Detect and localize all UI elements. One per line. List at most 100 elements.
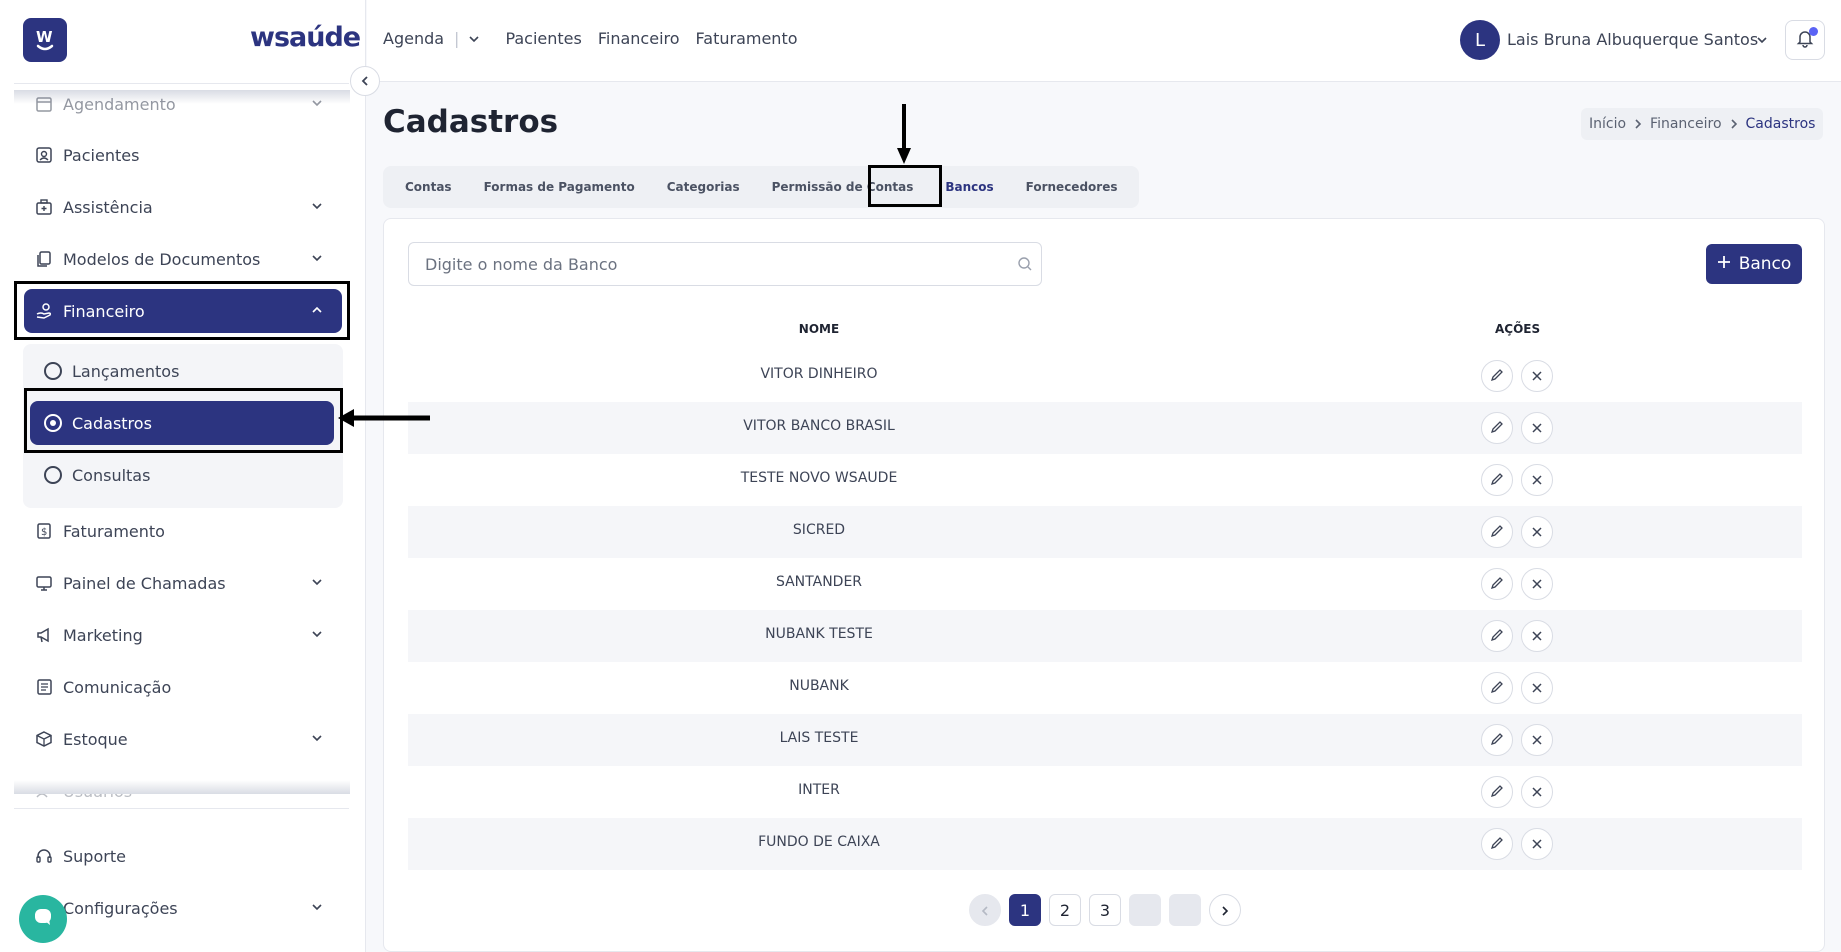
edit-button[interactable] [1481, 464, 1513, 496]
user-name[interactable]: Lais Bruna Albuquerque Santos [1507, 30, 1758, 49]
table-header-nome: NOME [798, 322, 840, 336]
monitor-icon [34, 573, 54, 593]
pagination-page-2[interactable]: 2 [1049, 894, 1081, 926]
banco-name: TESTE NOVO WSAUDE [740, 470, 898, 486]
search-icon [1017, 256, 1033, 276]
chevron-right-icon [1633, 119, 1643, 129]
user-avatar[interactable]: L [1460, 20, 1500, 60]
chevron-down-icon [310, 730, 324, 749]
sidebar-item-marketing[interactable]: Marketing [24, 613, 342, 657]
pencil-icon [1490, 367, 1504, 386]
edit-button[interactable] [1481, 360, 1513, 392]
chevron-down-icon [310, 899, 324, 918]
chat-widget-button[interactable] [19, 895, 67, 943]
edit-button[interactable] [1481, 412, 1513, 444]
delete-button[interactable] [1521, 724, 1553, 756]
radio-circle-icon [44, 362, 62, 380]
tab-formas-pagamento[interactable]: Formas de Pagamento [468, 166, 651, 208]
notifications-button[interactable] [1785, 20, 1825, 60]
tab-categorias[interactable]: Categorias [651, 166, 756, 208]
table-row: SICRED [408, 506, 1802, 558]
highlight-box-financeiro [14, 281, 350, 340]
table-header-acoes: AÇÕES [1495, 322, 1541, 336]
delete-button[interactable] [1521, 360, 1553, 392]
search-box [408, 242, 1042, 286]
pagination-prev-button[interactable] [969, 894, 1001, 926]
calendar-icon [34, 94, 54, 114]
breadcrumb-financeiro[interactable]: Financeiro [1650, 116, 1721, 132]
edit-button[interactable] [1481, 516, 1513, 548]
delete-button[interactable] [1521, 568, 1553, 600]
sidebar-item-modelos-documentos[interactable]: Modelos de Documentos [24, 237, 342, 281]
sidebar: W wsaúde Agendamento Pacientes Assistênc… [0, 0, 366, 952]
arrow-left-annotation-icon [338, 409, 430, 427]
close-icon [1531, 367, 1543, 386]
delete-button[interactable] [1521, 464, 1553, 496]
submenu-item-label: Lançamentos [72, 361, 180, 381]
pagination-next-button[interactable] [1209, 894, 1241, 926]
sidebar-item-faturamento[interactable]: $ Faturamento [24, 509, 342, 553]
add-banco-button[interactable]: Banco [1706, 244, 1802, 284]
medical-bag-icon [34, 197, 54, 217]
sidebar-item-comunicacao[interactable]: Comunicação [24, 665, 342, 709]
submenu-item-lancamentos[interactable]: Lançamentos [30, 349, 334, 393]
pagination-page-1[interactable]: 1 [1009, 894, 1041, 926]
edit-button[interactable] [1481, 828, 1513, 860]
chevron-down-icon [310, 198, 324, 217]
headset-icon [34, 846, 54, 866]
edit-button[interactable] [1481, 568, 1513, 600]
documents-icon [34, 249, 54, 269]
sidebar-item-estoque[interactable]: Estoque [24, 717, 342, 761]
collapse-sidebar-button[interactable] [350, 66, 380, 96]
edit-button[interactable] [1481, 620, 1513, 652]
edit-button[interactable] [1481, 672, 1513, 704]
pagination-page-3[interactable]: 3 [1089, 894, 1121, 926]
breadcrumb-inicio[interactable]: Início [1589, 116, 1626, 132]
notification-badge [1809, 27, 1818, 36]
agenda-dropdown-chevron-icon[interactable] [467, 32, 481, 46]
delete-button[interactable] [1521, 776, 1553, 808]
nav-link-faturamento[interactable]: Faturamento [696, 29, 798, 48]
nav-link-financeiro[interactable]: Financeiro [598, 29, 680, 48]
delete-button[interactable] [1521, 672, 1553, 704]
top-nav: Agenda | Pacientes Financeiro Faturament… [383, 29, 798, 48]
plus-icon [1717, 254, 1731, 274]
sidebar-item-label: Agendamento [63, 94, 176, 114]
chevron-right-icon [1220, 901, 1230, 920]
delete-button[interactable] [1521, 412, 1553, 444]
sidebar-item-agendamento[interactable]: Agendamento [24, 82, 342, 126]
pencil-icon [1490, 783, 1504, 802]
top-bar: Agenda | Pacientes Financeiro Faturament… [367, 0, 1841, 82]
sidebar-item-painel-chamadas[interactable]: Painel de Chamadas [24, 561, 342, 605]
box-icon [34, 729, 54, 749]
table-row: NUBANK TESTE [408, 610, 1802, 662]
radio-circle-icon [44, 466, 62, 484]
tab-contas[interactable]: Contas [389, 166, 468, 208]
app-logo-icon[interactable]: W [23, 18, 67, 62]
delete-button[interactable] [1521, 516, 1553, 548]
edit-button[interactable] [1481, 776, 1513, 808]
pencil-icon [1490, 731, 1504, 750]
close-icon [1531, 471, 1543, 490]
nav-link-agenda[interactable]: Agenda [383, 29, 444, 48]
table-row: LAIS TESTE [408, 714, 1802, 766]
sidebar-item-configuracoes[interactable]: Configurações [24, 886, 342, 930]
user-menu-chevron-icon[interactable] [1755, 32, 1769, 51]
chat-icon [31, 905, 55, 933]
banco-name: SICRED [792, 522, 846, 538]
tab-fornecedores[interactable]: Fornecedores [1010, 166, 1134, 208]
pencil-icon [1490, 627, 1504, 646]
delete-button[interactable] [1521, 620, 1553, 652]
edit-button[interactable] [1481, 724, 1513, 756]
sidebar-item-assistencia[interactable]: Assistência [24, 185, 342, 229]
submenu-item-consultas[interactable]: Consultas [30, 453, 334, 497]
submenu-item-label: Consultas [72, 465, 151, 485]
sidebar-item-pacientes[interactable]: Pacientes [24, 133, 342, 177]
search-input[interactable] [409, 243, 989, 285]
nav-link-pacientes[interactable]: Pacientes [505, 29, 581, 48]
delete-button[interactable] [1521, 828, 1553, 860]
pagination-page-placeholder [1169, 894, 1201, 926]
sidebar-item-suporte[interactable]: Suporte [24, 834, 342, 878]
banco-name: LAIS TESTE [779, 730, 859, 746]
add-banco-label: Banco [1738, 254, 1792, 274]
